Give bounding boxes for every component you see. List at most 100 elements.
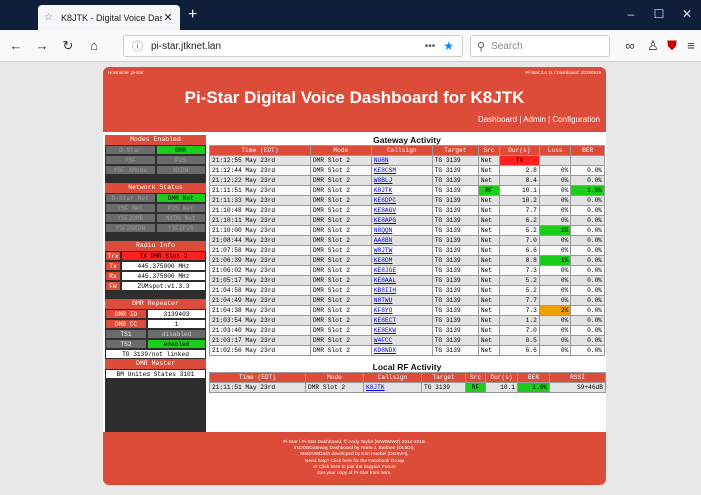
net-dstar: D-Star Net — [105, 193, 156, 203]
table-cell: RF — [477, 185, 500, 196]
table-cell: 0.0% — [570, 215, 605, 226]
download-link[interactable]: Get your copy of Pi-Star from here. — [103, 471, 606, 477]
bookmark-star-icon[interactable]: ★ — [443, 39, 454, 53]
table-cell: DMR Slot 2 — [309, 155, 372, 166]
radio-label: Trx — [105, 251, 121, 261]
table-cell: 21:12:22 May 23rd — [209, 175, 311, 186]
close-window-icon[interactable]: ✕ — [680, 7, 694, 21]
table-cell: 7.3 — [498, 305, 540, 316]
table-cell[interactable]: KE8JGE — [370, 265, 433, 276]
table-cell: 21:02:56 May 23rd — [209, 345, 311, 356]
mode-dstar: D-Star — [105, 145, 156, 155]
table-cell: 21:10:48 May 23rd — [209, 205, 311, 216]
table-cell[interactable]: W8BLJ — [370, 175, 433, 186]
browser-tab[interactable]: ☆ K8JTK - Digital Voice Dashboard ✕ — [38, 5, 180, 30]
dashboard-container: Hostname: pi-star Pi-Star:3.4.11 / Dashb… — [103, 67, 606, 485]
table-cell: TG 3139 — [431, 305, 479, 316]
table-cell[interactable]: KE8CSM — [370, 165, 433, 176]
local-rf-table: Time (EDT) Mode Callsign Target Src Dur(… — [209, 372, 606, 393]
table-row: 21:05:17 May 23rd DMR Slot 2 KE8AAL TG 3139… — [209, 275, 605, 286]
table-cell[interactable]: NU8N — [370, 155, 433, 166]
mask-icon[interactable]: ∞ — [622, 38, 638, 54]
table-cell: 21:12:55 May 23rd — [209, 155, 311, 166]
table-cell: 7.7 — [498, 295, 540, 306]
table-cell: 0% — [538, 335, 572, 346]
table-cell: 0% — [538, 265, 572, 276]
gateway-header-row: Time (EDT) Mode Callsign Target Src Dur(… — [209, 145, 605, 156]
table-cell: 6.6 — [498, 345, 540, 356]
close-tab-icon[interactable]: ✕ — [162, 11, 174, 24]
home-icon[interactable]: ⌂ — [86, 38, 102, 54]
table-cell: DMR Slot 2 — [309, 285, 372, 296]
minimize-icon[interactable]: – — [624, 7, 638, 21]
table-cell[interactable]: KE8AGV — [370, 205, 433, 216]
page-actions-icon[interactable]: ••• — [425, 41, 436, 52]
search-bar[interactable]: ⚲ Search — [470, 35, 610, 57]
table-cell[interactable]: KE8APG — [370, 215, 433, 226]
table-row: 21:12:55 May 23rd DMR Slot 2 NU8N TG 3139 Ne… — [209, 155, 605, 166]
table-cell: 21:11:33 May 23rd — [209, 195, 311, 206]
table-cell: 21:08:44 May 23rd — [209, 235, 311, 246]
table-cell: 0% — [538, 185, 572, 196]
shield-icon[interactable]: ⛊ — [664, 38, 680, 54]
table-cell[interactable]: KE8AAL — [370, 275, 433, 286]
table-cell[interactable]: N8TWU — [370, 295, 433, 306]
info-icon[interactable]: ⓘ — [132, 38, 143, 54]
reload-icon[interactable]: ↻ — [60, 38, 76, 54]
table-cell: DMR Slot 2 — [305, 382, 364, 393]
column-header: Mode — [305, 372, 364, 383]
table-cell: TG 3139 — [431, 155, 479, 166]
table-cell[interactable]: AA8BN — [370, 235, 433, 246]
table-row: 21:10:48 May 23rd DMR Slot 2 KE8AGV TG 3139… — [209, 205, 605, 216]
table-cell[interactable]: KE8DM — [370, 255, 433, 266]
table-cell: 8.4 — [498, 175, 540, 186]
table-cell[interactable]: W4FCC — [370, 335, 433, 346]
menu-icon[interactable]: ≡ — [683, 38, 699, 54]
new-tab-icon[interactable]: + — [188, 6, 197, 24]
table-row: 21:11:51 May 23rd DMR Slot 2 K8JTK TG 3139 R… — [209, 382, 606, 393]
forward-icon[interactable]: → — [34, 38, 50, 54]
table-cell: DMR Slot 2 — [309, 255, 372, 266]
table-cell: 7.7 — [498, 205, 540, 216]
column-header: BER — [517, 372, 550, 383]
back-icon[interactable]: ← — [8, 38, 24, 54]
table-cell[interactable]: W8JTW — [370, 245, 433, 256]
maximize-icon[interactable]: ☐ — [652, 7, 666, 21]
table-cell[interactable]: KB8IIH — [370, 285, 433, 296]
page-viewport: Hostname: pi-star Pi-Star:3.4.11 / Dashb… — [0, 62, 701, 495]
table-cell: DMR Slot 2 — [309, 275, 372, 286]
table-cell: 0.0% — [570, 195, 605, 206]
table-cell: TG 3139 — [431, 295, 479, 306]
table-cell[interactable]: KE8DPC — [370, 195, 433, 206]
library-icon[interactable]: ♙ — [645, 38, 661, 54]
table-cell[interactable]: KF8YO — [370, 305, 433, 316]
search-placeholder[interactable]: Search — [491, 41, 523, 52]
table-cell: Net — [477, 325, 500, 336]
table-row: 21:03:17 May 23rd DMR Slot 2 W4FCC TG 3139 N… — [209, 335, 605, 346]
table-cell — [538, 155, 572, 166]
table-cell: 6.6 — [498, 245, 540, 256]
dashboard-header: Hostname: pi-star Pi-Star:3.4.11 / Dashb… — [103, 67, 606, 132]
dmr-ts1-value: disabled — [147, 329, 206, 339]
net-ysf2nxdn: YSF2NXDN — [105, 223, 156, 233]
table-cell[interactable]: KD8NDX — [370, 345, 433, 356]
gateway-table: Time (EDT) Mode Callsign Target Src Dur(… — [209, 145, 605, 356]
table-cell[interactable]: KE8ECT — [370, 315, 433, 326]
table-cell[interactable]: KE8EKW — [370, 325, 433, 336]
local-rf-header-row: Time (EDT) Mode Callsign Target Src Dur(… — [209, 372, 606, 383]
url-text[interactable]: pi-star.jtknet.lan — [151, 41, 221, 52]
url-bar[interactable]: ⓘ pi-star.jtknet.lan ••• ★ — [123, 35, 463, 57]
configuration-link[interactable]: Configuration — [552, 115, 600, 124]
table-cell[interactable]: N8QQN — [370, 225, 433, 236]
column-header: Time (EDT) — [209, 145, 311, 156]
table-cell: TG 3139 — [431, 165, 479, 176]
net-ysf2p25: YSF2P25 — [155, 223, 206, 233]
table-cell: TG 3139 — [431, 215, 479, 226]
table-cell: 21:10:11 May 23rd — [209, 215, 311, 226]
admin-link[interactable]: Admin — [523, 115, 546, 124]
table-cell[interactable]: K8JTK — [370, 185, 433, 196]
table-cell[interactable]: K8JTK — [363, 382, 422, 393]
table-cell: 21:07:58 May 23rd — [209, 245, 311, 256]
dashboard-link[interactable]: Dashboard — [478, 115, 517, 124]
table-cell: 0.0% — [570, 235, 605, 246]
